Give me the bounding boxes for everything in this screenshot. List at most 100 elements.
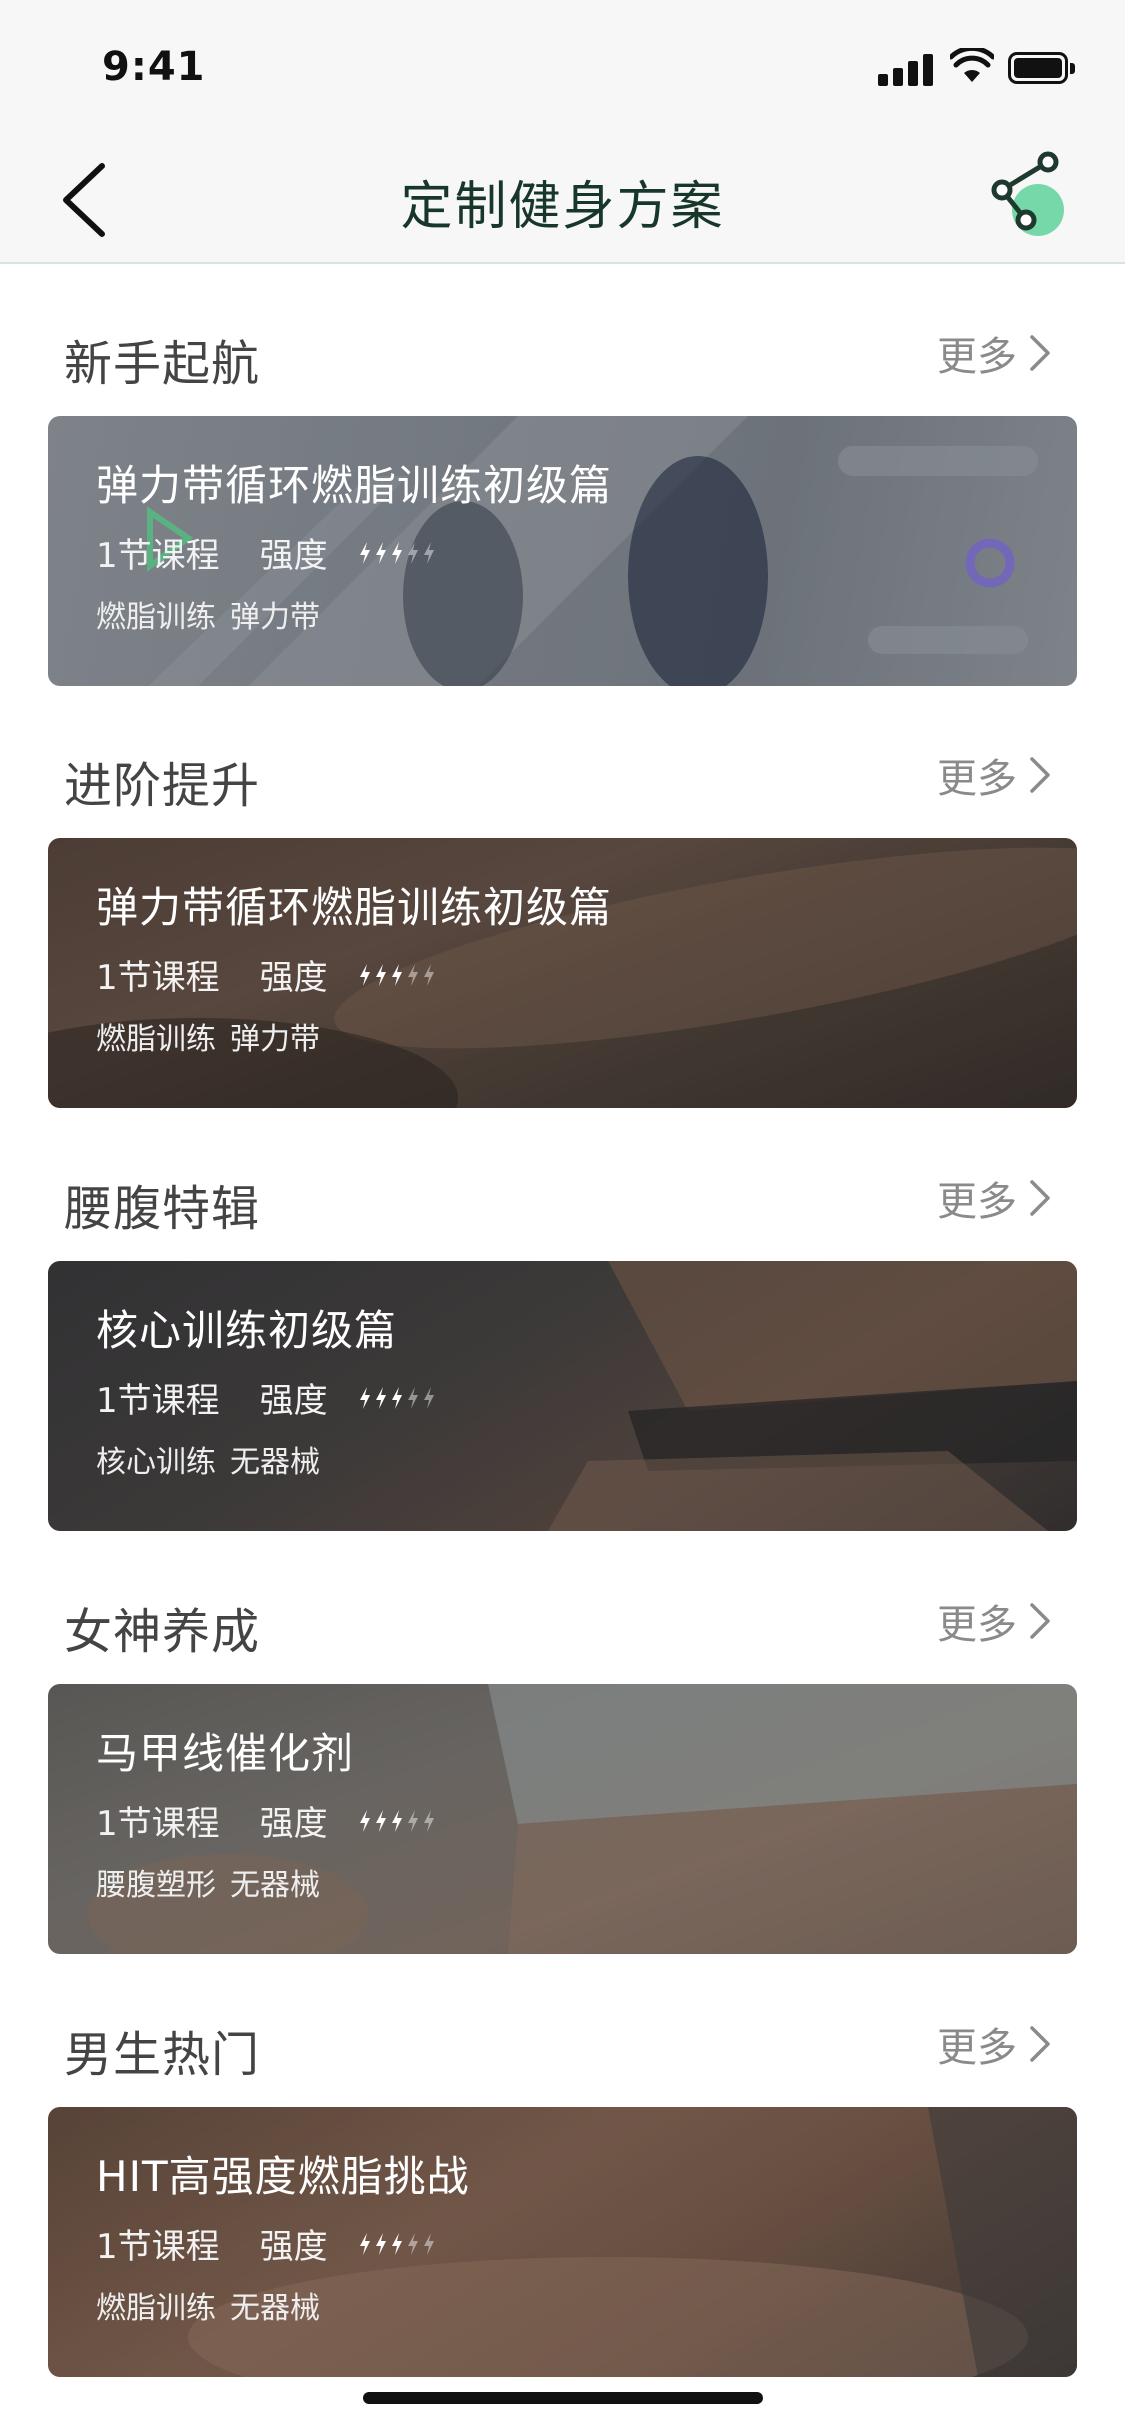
chevron-right-icon (1030, 757, 1050, 793)
lightning-bolt-icon (359, 1386, 370, 1409)
section-advanced: 进阶提升 更多 弹力带循环燃脂训练初级篇 1节课程 强度 燃脂训练 弹力带 (0, 746, 1125, 1116)
lightning-bolt-icon (359, 963, 370, 986)
section-beginner: 新手起航 更多 弹力带循环燃脂训练初级篇 1节课程 强度 燃脂训练 弹力带 (0, 324, 1125, 694)
lightning-bolt-icon (391, 541, 402, 564)
lesson-count: 1节课程 (96, 958, 220, 998)
intensity-label: 强度 (259, 1381, 328, 1421)
card-meta: 1节课程 强度 (96, 1373, 438, 1422)
lightning-bolt-icon (391, 2232, 402, 2255)
intensity-rating (358, 963, 438, 987)
course-card[interactable]: 马甲线催化剂 1节课程 强度 腰腹塑形 无器械 (48, 1684, 1077, 1954)
cellular-signal-icon (878, 52, 936, 86)
card-title: 弹力带循环燃脂训练初级篇 (96, 883, 613, 932)
card-meta: 1节课程 强度 (96, 1796, 438, 1845)
tag: 燃脂训练 (96, 2291, 216, 2326)
more-link[interactable]: 更多 (937, 746, 1053, 804)
course-card[interactable]: HIT高强度燃脂挑战 1节课程 强度 燃脂训练 无器械 (48, 2107, 1077, 2377)
course-card[interactable]: 核心训练初级篇 1节课程 强度 核心训练 无器械 (48, 1261, 1077, 1531)
lightning-bolt-icon (423, 541, 434, 564)
lightning-bolt-icon (375, 963, 386, 986)
tag: 燃脂训练 (96, 1022, 216, 1057)
lightning-bolt-icon (407, 1386, 418, 1409)
lightning-bolt-icon (391, 1809, 402, 1832)
card-title: HIT高强度燃脂挑战 (96, 2152, 470, 2201)
lightning-bolt-icon (375, 541, 386, 564)
battery-icon (1008, 52, 1078, 84)
more-label: 更多 (937, 1602, 1017, 1648)
lightning-bolt-icon (407, 2232, 418, 2255)
lightning-bolt-icon (375, 1809, 386, 1832)
lesson-count: 1节课程 (96, 1381, 220, 1421)
more-link[interactable]: 更多 (937, 324, 1053, 382)
more-label: 更多 (937, 334, 1017, 380)
home-indicator[interactable] (363, 2392, 763, 2404)
lightning-bolt-icon (423, 1386, 434, 1409)
wifi-icon (950, 48, 994, 82)
tag: 无器械 (230, 1868, 320, 1903)
card-meta: 1节课程 强度 (96, 950, 438, 999)
section-title: 男生热门 (64, 2027, 261, 2083)
tag: 弹力带 (230, 600, 320, 635)
card-meta: 1节课程 强度 (96, 2219, 438, 2268)
more-link[interactable]: 更多 (937, 1169, 1053, 1227)
tag: 无器械 (230, 2291, 320, 2326)
card-tags: 核心训练 无器械 (96, 1437, 320, 1481)
tag: 弹力带 (230, 1022, 320, 1057)
lightning-bolt-icon (423, 963, 434, 986)
section-core: 腰腹特辑 更多 核心训练初级篇 1节课程 强度 核心训练 无器械 (0, 1169, 1125, 1539)
chevron-right-icon (1030, 335, 1050, 371)
section-goddess: 女神养成 更多 马甲线催化剂 1节课程 强度 腰腹塑形 无器械 (0, 1592, 1125, 1962)
lightning-bolt-icon (391, 963, 402, 986)
intensity-rating (358, 2232, 438, 2256)
lesson-count: 1节课程 (96, 536, 220, 576)
tag: 腰腹塑形 (96, 1868, 216, 1903)
lightning-bolt-icon (391, 1386, 402, 1409)
card-tags: 腰腹塑形 无器械 (96, 1860, 320, 1904)
lesson-count: 1节课程 (96, 1804, 220, 1844)
chevron-right-icon (1030, 1603, 1050, 1639)
card-tags: 燃脂训练 无器械 (96, 2283, 320, 2327)
lightning-bolt-icon (359, 541, 370, 564)
intensity-rating (358, 541, 438, 565)
course-card[interactable]: 弹力带循环燃脂训练初级篇 1节课程 强度 燃脂训练 弹力带 (48, 838, 1077, 1108)
section-title: 进阶提升 (64, 758, 261, 814)
lightning-bolt-icon (359, 2232, 370, 2255)
more-label: 更多 (937, 1179, 1017, 1225)
intensity-label: 强度 (259, 536, 328, 576)
more-link[interactable]: 更多 (937, 2015, 1053, 2073)
lightning-bolt-icon (375, 2232, 386, 2255)
more-link[interactable]: 更多 (937, 1592, 1053, 1650)
share-icon[interactable] (982, 142, 1086, 252)
lesson-count: 1节课程 (96, 2227, 220, 2267)
lightning-bolt-icon (359, 1809, 370, 1832)
section-title: 女神养成 (64, 1604, 261, 1660)
page-title: 定制健身方案 (400, 177, 725, 237)
intensity-label: 强度 (259, 2227, 328, 2267)
chevron-right-icon (1030, 1180, 1050, 1216)
course-card[interactable]: 弹力带循环燃脂训练初级篇 1节课程 强度 燃脂训练 弹力带 (48, 416, 1077, 686)
tag: 核心训练 (96, 1445, 216, 1480)
lightning-bolt-icon (423, 1809, 434, 1832)
intensity-label: 强度 (259, 1804, 328, 1844)
card-tags: 燃脂训练 弹力带 (96, 1014, 320, 1058)
lightning-bolt-icon (423, 2232, 434, 2255)
more-label: 更多 (937, 756, 1017, 802)
section-title: 新手起航 (64, 336, 261, 392)
card-title: 马甲线催化剂 (96, 1729, 355, 1778)
intensity-label: 强度 (259, 958, 328, 998)
lightning-bolt-icon (407, 1809, 418, 1832)
lightning-bolt-icon (407, 963, 418, 986)
tag: 无器械 (230, 1445, 320, 1480)
navigation-bar: 定制健身方案 (0, 132, 1125, 264)
intensity-rating (358, 1809, 438, 1833)
section-men: 男生热门 更多 HIT高强度燃脂挑战 1节课程 强度 燃脂训练 无器械 (0, 2015, 1125, 2385)
status-time: 9:41 (102, 44, 206, 90)
status-bar: 9:41 (0, 0, 1125, 132)
section-title: 腰腹特辑 (64, 1181, 261, 1237)
chevron-right-icon (1030, 2026, 1050, 2062)
intensity-rating (358, 1386, 438, 1410)
more-label: 更多 (937, 2025, 1017, 2071)
tag: 燃脂训练 (96, 600, 216, 635)
card-title: 核心训练初级篇 (96, 1306, 398, 1355)
lightning-bolt-icon (375, 1386, 386, 1409)
